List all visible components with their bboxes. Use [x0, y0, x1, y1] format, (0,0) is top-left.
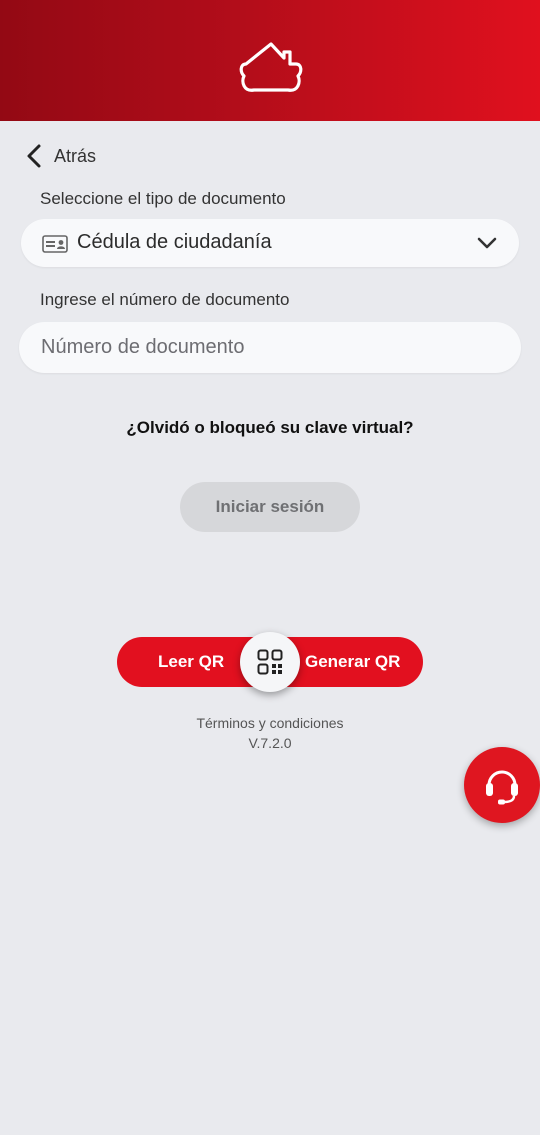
- app-header: [0, 0, 540, 121]
- qr-center-button[interactable]: [240, 632, 300, 692]
- doc-type-value: Cédula de ciudadanía: [77, 231, 272, 253]
- back-button[interactable]: Atrás: [24, 142, 96, 170]
- forgot-password-link[interactable]: ¿Olvidó o bloqueó su clave virtual?: [0, 418, 540, 438]
- doc-number-input[interactable]: [19, 322, 521, 373]
- help-button[interactable]: [464, 747, 540, 823]
- generate-qr-button[interactable]: Generar QR: [305, 637, 400, 687]
- doc-type-select[interactable]: Cédula de ciudadanía: [21, 219, 519, 267]
- chevron-down-icon: [477, 237, 497, 249]
- qr-code-icon: [257, 649, 283, 675]
- doc-type-label: Seleccione el tipo de documento: [40, 189, 286, 208]
- headset-icon: [486, 770, 518, 805]
- version-label: V.7.2.0: [248, 735, 292, 751]
- house-icon: [239, 42, 303, 92]
- doc-number-label: Ingrese el número de documento: [40, 290, 290, 309]
- chevron-left-icon: [27, 144, 41, 168]
- back-label: Atrás: [54, 145, 97, 166]
- read-qr-button[interactable]: Leer QR: [158, 637, 224, 687]
- terms-link[interactable]: Términos y condiciones: [0, 715, 540, 731]
- login-button[interactable]: Iniciar sesión: [180, 482, 360, 532]
- id-card-icon: [42, 235, 68, 253]
